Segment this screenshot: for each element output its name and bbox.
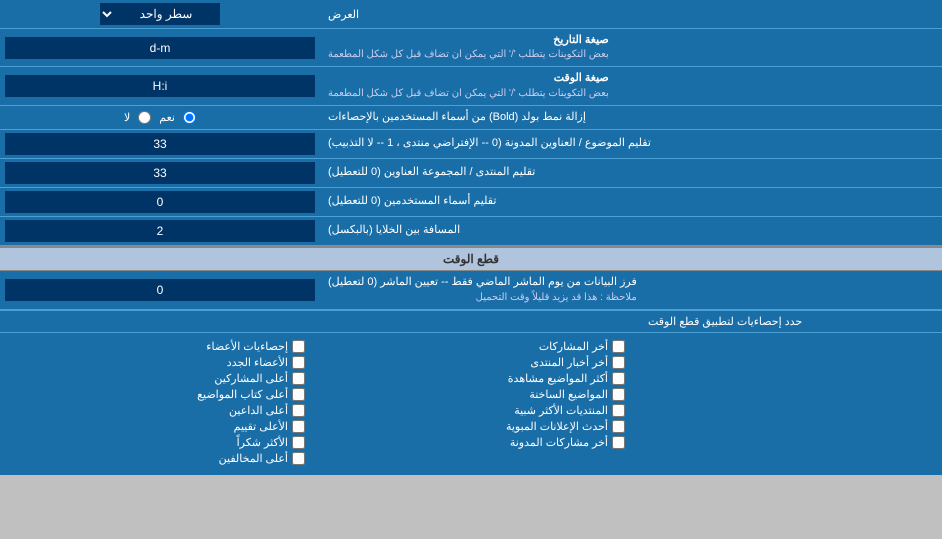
display-type-select[interactable]: سطر واحد سطرين ثلاثة أسطر (100, 3, 220, 25)
cut-time-input[interactable] (5, 279, 315, 301)
checkbox-akthar-mawadee3[interactable] (612, 372, 625, 385)
checkboxes-header-label: حدد إحصاءيات لتطبيق قطع الوقت (640, 311, 942, 332)
checkbox-item: المنتديات الأكثر شبية (335, 404, 625, 417)
checkbox-a3la-da3in[interactable] (292, 404, 305, 417)
checkbox-item: الأكثر شكراً (15, 436, 305, 449)
forum-trim-input[interactable] (5, 162, 315, 184)
date-format-row: صيغة التاريخ بعض التكوينات يتطلب '/' الت… (0, 29, 942, 67)
checkbox-akhir-musharakat[interactable] (612, 340, 625, 353)
date-format-input[interactable] (5, 37, 315, 59)
checkbox-mawadee3-sakha[interactable] (612, 388, 625, 401)
checkboxes-header-spacer (0, 311, 640, 332)
checkbox-item: المواضيع الساخنة (335, 388, 625, 401)
date-format-note: بعض التكوينات يتطلب '/' التي يمكن ان تضا… (328, 48, 609, 62)
cell-spacing-input-container (0, 217, 320, 245)
time-format-main-label: صيغة الوقت (328, 71, 609, 86)
forum-trim-input-container (0, 159, 320, 187)
checkboxes-grid: أخر المشاركات أخر أخبار المنتدى أكثر الم… (0, 333, 942, 475)
checkbox-a7dath-i3lanat[interactable] (612, 420, 625, 433)
cut-time-label: فرز البيانات من يوم الماشر الماضي فقط --… (320, 271, 942, 308)
bold-remove-no-label: لا (124, 111, 130, 124)
checkbox-item: أحدث الإعلانات المبوية (335, 420, 625, 433)
checkbox-item: أخر المشاركات (335, 340, 625, 353)
username-trim-input[interactable] (5, 191, 315, 213)
bold-remove-yes-radio[interactable] (183, 111, 196, 124)
checkboxes-header-row: حدد إحصاءيات لتطبيق قطع الوقت (0, 311, 942, 333)
checkbox-item: أعلى المشاركين (15, 372, 305, 385)
display-type-label: العرض (320, 0, 942, 28)
checkbox-akhir-akhbar[interactable] (612, 356, 625, 369)
checkboxes-label-spacer (640, 338, 942, 470)
checkbox-a3la-kotab[interactable] (292, 388, 305, 401)
checkbox-a3da2-jodod[interactable] (292, 356, 305, 369)
topic-limit-label: تقليم الموضوع / العناوين المدونة (0 -- ا… (320, 130, 942, 158)
checkbox-akthar-shokr[interactable] (292, 436, 305, 449)
username-trim-row: تقليم أسماء المستخدمين (0 للتعطيل) (0, 188, 942, 217)
time-format-input[interactable] (5, 75, 315, 97)
time-format-note: بعض التكوينات يتطلب '/' التي يمكن ان تضا… (328, 87, 609, 101)
checkbox-item: أعلى كتاب المواضيع (15, 388, 305, 401)
cell-spacing-label: المسافة بين الخلايا (بالبكسل) (320, 217, 942, 245)
cell-spacing-row: المسافة بين الخلايا (بالبكسل) (0, 217, 942, 246)
cut-time-note: ملاحظة : هذا قد يزيد قليلاً وقت التحميل (328, 291, 637, 305)
date-format-main-label: صيغة التاريخ (328, 33, 609, 48)
checkbox-item: الأعلى تقييم (15, 420, 305, 433)
checkbox-a3la-taqyeem[interactable] (292, 420, 305, 433)
checkbox-montadayat-akthar[interactable] (612, 404, 625, 417)
checkbox-item: أعلى الداعين (15, 404, 305, 417)
checkbox-a3la-mukhalafin[interactable] (292, 452, 305, 465)
checkbox-item: إحصاءيات الأعضاء (15, 340, 305, 353)
checkbox-i7saat-a3da2[interactable] (292, 340, 305, 353)
cut-time-main-label: فرز البيانات من يوم الماشر الماضي فقط --… (328, 275, 637, 290)
date-format-label: صيغة التاريخ بعض التكوينات يتطلب '/' الت… (320, 29, 942, 66)
bold-remove-no-radio[interactable] (138, 111, 151, 124)
checkbox-col-2: إحصاءيات الأعضاء الأعضاء الجدد أعلى المش… (0, 338, 320, 470)
time-format-label: صيغة الوقت بعض التكوينات يتطلب '/' التي … (320, 67, 942, 104)
bold-remove-radio-group: نعم لا (124, 111, 196, 124)
checkbox-akhir-blog[interactable] (612, 436, 625, 449)
bold-remove-label: إزالة نمط بولد (Bold) من أسماء المستخدمي… (320, 106, 942, 129)
checkbox-item: أخر مشاركات المدونة (335, 436, 625, 449)
checkbox-item: أكثر المواضيع مشاهدة (335, 372, 625, 385)
display-type-row: العرض سطر واحد سطرين ثلاثة أسطر (0, 0, 942, 29)
checkbox-col-1: أخر المشاركات أخر أخبار المنتدى أكثر الم… (320, 338, 640, 470)
topic-limit-row: تقليم الموضوع / العناوين المدونة (0 -- ا… (0, 130, 942, 159)
bold-remove-input-container: نعم لا (0, 106, 320, 129)
main-container: العرض سطر واحد سطرين ثلاثة أسطر صيغة الت… (0, 0, 942, 475)
cut-time-input-container (0, 271, 320, 308)
username-trim-label: تقليم أسماء المستخدمين (0 للتعطيل) (320, 188, 942, 216)
forum-trim-label: تقليم المنتدى / المجموعة العناوين (0 للت… (320, 159, 942, 187)
checkboxes-section: حدد إحصاءيات لتطبيق قطع الوقت أخر المشار… (0, 310, 942, 475)
cell-spacing-input[interactable] (5, 220, 315, 242)
checkbox-a3la-musharkin[interactable] (292, 372, 305, 385)
checkbox-item: أعلى المخالفين (15, 452, 305, 465)
username-trim-input-container (0, 188, 320, 216)
checkbox-item: الأعضاء الجدد (15, 356, 305, 369)
checkbox-item: أخر أخبار المنتدى (335, 356, 625, 369)
bold-remove-yes-label: نعم (159, 111, 175, 124)
topic-limit-input-container (0, 130, 320, 158)
time-format-row: صيغة الوقت بعض التكوينات يتطلب '/' التي … (0, 67, 942, 105)
time-format-input-container (0, 67, 320, 104)
forum-trim-row: تقليم المنتدى / المجموعة العناوين (0 للت… (0, 159, 942, 188)
cut-section-header: قطع الوقت (0, 246, 942, 271)
date-format-input-container (0, 29, 320, 66)
bold-remove-row: إزالة نمط بولد (Bold) من أسماء المستخدمي… (0, 106, 942, 130)
cut-time-row: فرز البيانات من يوم الماشر الماضي فقط --… (0, 271, 942, 309)
topic-limit-input[interactable] (5, 133, 315, 155)
display-type-input-container: سطر واحد سطرين ثلاثة أسطر (0, 0, 320, 28)
